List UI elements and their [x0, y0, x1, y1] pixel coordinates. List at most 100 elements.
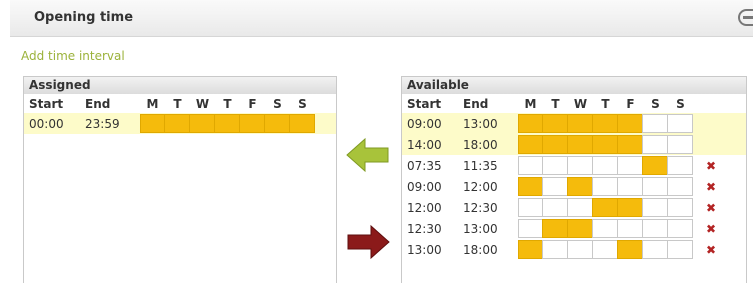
day-cell-active: [214, 114, 240, 133]
start-column-label: Start: [407, 96, 442, 111]
day-cell-active: [164, 114, 190, 133]
start-column-label: Start: [29, 96, 64, 111]
day-label: S: [273, 96, 282, 111]
time-interval-row[interactable]: 09:00 13:00: [402, 113, 746, 134]
day-cell-inactive: [567, 156, 593, 175]
day-cell-active: [518, 114, 543, 133]
day-label: W: [195, 96, 210, 111]
day-label: T: [601, 96, 610, 111]
day-cell-inactive: [642, 240, 668, 259]
end-time: 18:00: [463, 137, 498, 152]
day-cell-inactive: [667, 219, 693, 238]
day-cell-active: [642, 156, 668, 175]
day-cell-active: [518, 240, 543, 259]
arrow-right-icon[interactable]: [346, 224, 390, 260]
day-label: T: [173, 96, 182, 111]
day-cell-active: [542, 219, 568, 238]
day-label: S: [298, 96, 307, 111]
end-time: 11:35: [463, 158, 498, 173]
day-label: F: [248, 96, 257, 111]
day-cell-inactive: [642, 219, 668, 238]
start-time: 09:00: [407, 116, 442, 131]
day-cell-inactive: [518, 198, 543, 217]
day-cell-active: [567, 135, 593, 154]
panel-title: Opening time: [34, 10, 134, 25]
day-cell-active: [542, 135, 568, 154]
end-column-label: End: [85, 96, 111, 111]
available-column-header: Start End M T W T F S S: [402, 94, 746, 113]
time-interval-row[interactable]: 13:00 18:00 ✖: [402, 239, 746, 260]
time-interval-row[interactable]: 14:00 18:00: [402, 134, 746, 155]
time-interval-row[interactable]: 12:30 13:00 ✖: [402, 218, 746, 239]
day-cell-active: [617, 135, 643, 154]
day-cell-active: [617, 240, 643, 259]
day-label: F: [626, 96, 635, 111]
day-cell-active: [592, 135, 618, 154]
start-time: 07:35: [407, 158, 442, 173]
day-label: T: [551, 96, 560, 111]
day-cell-inactive: [667, 177, 693, 196]
collapse-icon[interactable]: [738, 9, 753, 26]
delete-icon[interactable]: ✖: [701, 222, 721, 236]
day-label: S: [651, 96, 660, 111]
end-column-label: End: [463, 96, 489, 111]
time-interval-row[interactable]: 09:00 12:00 ✖: [402, 176, 746, 197]
day-cell-inactive: [592, 240, 618, 259]
assigned-column-header: Start End M T W T F S S: [24, 94, 336, 113]
delete-icon[interactable]: ✖: [701, 180, 721, 194]
day-cell-inactive: [667, 240, 693, 259]
day-cell-inactive: [542, 240, 568, 259]
day-cell-inactive: [642, 198, 668, 217]
end-time: 13:00: [463, 221, 498, 236]
day-cell-inactive: [592, 177, 618, 196]
day-cell-inactive: [542, 156, 568, 175]
day-cell-active: [289, 114, 315, 133]
end-time: 12:30: [463, 200, 498, 215]
panel-header: Opening time: [10, 0, 753, 37]
day-label: M: [146, 96, 159, 111]
available-title: Available: [402, 77, 746, 94]
start-time: 12:00: [407, 200, 442, 215]
day-cell-inactive: [667, 198, 693, 217]
end-time: 13:00: [463, 116, 498, 131]
delete-icon[interactable]: ✖: [701, 201, 721, 215]
start-time: 00:00: [29, 116, 64, 131]
time-interval-row[interactable]: 07:35 11:35 ✖: [402, 155, 746, 176]
day-cell-inactive: [667, 156, 693, 175]
day-cell-active: [518, 177, 543, 196]
day-cell-inactive: [592, 156, 618, 175]
day-cell-inactive: [642, 135, 668, 154]
day-cell-inactive: [518, 219, 543, 238]
delete-icon[interactable]: ✖: [701, 159, 721, 173]
arrow-left-icon[interactable]: [346, 137, 390, 173]
day-cell-inactive: [642, 177, 668, 196]
start-time: 13:00: [407, 242, 442, 257]
end-time: 12:00: [463, 179, 498, 194]
day-cell-active: [542, 114, 568, 133]
day-cell-inactive: [617, 156, 643, 175]
available-panel: Available Start End M T W T F S S 09:00 1…: [401, 76, 747, 283]
day-label: T: [223, 96, 232, 111]
day-cell-inactive: [542, 198, 568, 217]
day-label: S: [676, 96, 685, 111]
time-interval-row[interactable]: 00:00 23:59: [24, 113, 336, 134]
start-time: 12:30: [407, 221, 442, 236]
day-cell-active: [592, 114, 618, 133]
delete-icon[interactable]: ✖: [701, 243, 721, 257]
assigned-panel: Assigned Start End M T W T F S S 00:00 23…: [23, 76, 337, 283]
day-label: W: [573, 96, 588, 111]
day-cell-active: [567, 219, 593, 238]
day-cell-active: [567, 114, 593, 133]
end-time: 23:59: [85, 116, 120, 131]
day-cell-inactive: [592, 219, 618, 238]
day-cell-active: [189, 114, 215, 133]
day-cell-inactive: [567, 240, 593, 259]
day-cell-inactive: [542, 177, 568, 196]
end-time: 18:00: [463, 242, 498, 257]
day-cell-active: [592, 198, 618, 217]
available-list: 09:00 13:00 14:00 18:00 07:35 11:35 ✖ 09:00 12:0…: [402, 113, 746, 260]
day-cell-inactive: [617, 177, 643, 196]
time-interval-row[interactable]: 12:00 12:30 ✖: [402, 197, 746, 218]
add-time-interval-link[interactable]: Add time interval: [21, 49, 125, 63]
day-cell-active: [518, 135, 543, 154]
